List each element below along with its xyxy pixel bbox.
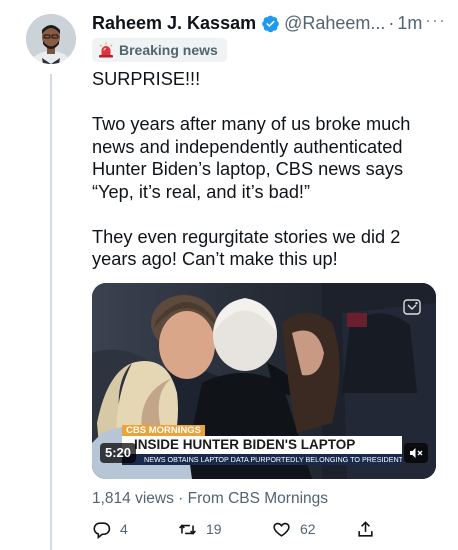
news-headline: INSIDE HUNTER BIDEN'S LAPTOP [122,436,402,454]
verified-badge-icon [262,15,279,32]
mute-icon [410,448,423,458]
news-subheadline: NEWS OBTAINS LAPTOP DATA PURPORTEDLY BEL… [122,454,402,465]
retweet-count: 19 [206,521,222,537]
share-icon [358,520,373,537]
reply-icon [93,521,111,539]
tweet-paragraph: Two years after many of us broke much ne… [92,114,411,202]
retweet-button[interactable]: 19 [178,517,222,541]
like-button[interactable]: 62 [272,517,316,541]
tweet-paragraph: SURPRISE!!! [92,69,201,89]
like-icon [273,522,290,537]
action-bar: 4 19 62 [92,517,392,541]
views-source-line: 1,814 views · From CBS Mornings [92,490,329,507]
share-button[interactable] [356,517,375,541]
tweet-text: SURPRISE!!! Two years after many of us b… [92,68,432,293]
tweet-paragraph: They even regurgitate stories we did 2 y… [92,226,401,270]
thread-line [50,74,52,550]
gif-sparkle-icon[interactable] [402,297,422,317]
more-icon[interactable]: ··· [425,10,446,31]
author-handle[interactable]: @Raheem... [284,13,385,34]
breaking-news-badge[interactable]: Breaking news [92,38,227,62]
avatar[interactable] [26,14,76,64]
reply-count: 4 [120,521,128,537]
siren-icon [99,42,113,58]
breaking-news-label: Breaking news [119,42,218,58]
separator-dot: · [388,12,395,33]
mute-button[interactable] [404,443,428,463]
reply-button[interactable]: 4 [92,517,128,541]
retweet-icon [179,523,196,535]
news-lower-third: CBS MORNINGS INSIDE HUNTER BIDEN'S LAPTO… [92,425,436,465]
tweet-header: Raheem J. Kassam @Raheem... · 1m [92,10,446,36]
video-duration: 5:20 [100,443,137,463]
timestamp[interactable]: 1m [397,13,422,34]
like-count: 62 [300,521,316,537]
author-name[interactable]: Raheem J. Kassam [92,13,256,34]
video-player[interactable]: CBS MORNINGS INSIDE HUNTER BIDEN'S LAPTO… [92,283,436,479]
